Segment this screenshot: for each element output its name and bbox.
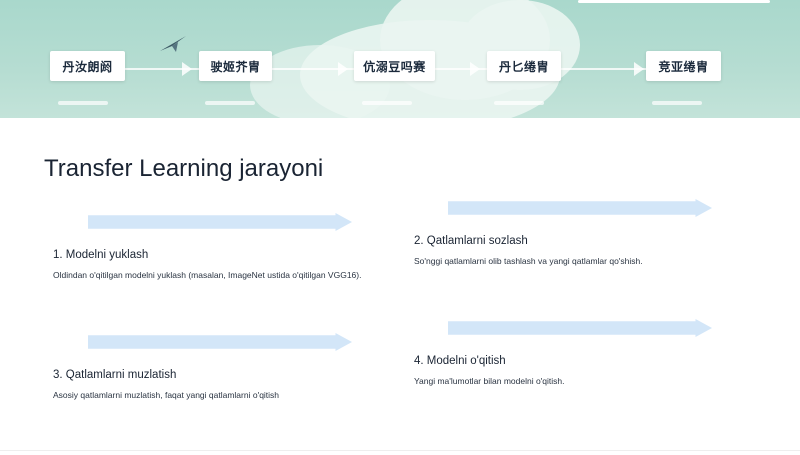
hero-subline (58, 101, 108, 105)
paper-plane-icon (160, 36, 186, 52)
arrow-right-icon (470, 62, 480, 76)
bottom-divider (0, 450, 800, 451)
step-title: 2. Qatlamlarni sozlash (414, 235, 528, 247)
step-title: 3. Qatlamlarni muzlatish (53, 369, 177, 381)
hero-subline (362, 101, 412, 105)
step-title: 1. Modelni yuklash (53, 249, 149, 261)
step-description: Yangi ma'lumotlar bilan modelni o'qitish… (414, 376, 565, 386)
hero-stage-box: 丹汝朗阏 (50, 51, 125, 81)
step-band-arrow (88, 213, 352, 231)
hero-stage-box: 驶姬芥胄 (199, 51, 272, 81)
hero-subline (652, 101, 702, 105)
hero-subline (494, 101, 544, 105)
hero-stage-box: 伉溺豆吗赛 (354, 51, 435, 81)
arrow-right-icon (634, 62, 644, 76)
step-description: Oldindan o'qitilgan modelni yuklash (mas… (53, 270, 362, 280)
arrow-right-icon (182, 62, 192, 76)
hero-stage-box: 丹匕绻胄 (487, 51, 561, 81)
hero-stage-box: 竞亚绻胄 (646, 51, 721, 81)
arrow-right-icon (338, 62, 348, 76)
step-band-arrow (448, 319, 712, 337)
step-description: So'nggi qatlamlarni olib tashlash va yan… (414, 256, 643, 266)
hero-subline (205, 101, 255, 105)
step-band-arrow (88, 333, 352, 351)
page-title: Transfer Learning jarayoni (44, 155, 324, 182)
step-band-arrow (448, 199, 712, 217)
step-title: 4. Modelni o'qitish (414, 355, 506, 367)
step-description: Asosiy qatlamlarni muzlatish, faqat yang… (53, 390, 280, 400)
hero-banner: 丹汝朗阏 驶姬芥胄 伉溺豆吗赛 丹匕绻胄 竞亚绻胄 (0, 0, 800, 118)
top-bar (578, 0, 770, 3)
